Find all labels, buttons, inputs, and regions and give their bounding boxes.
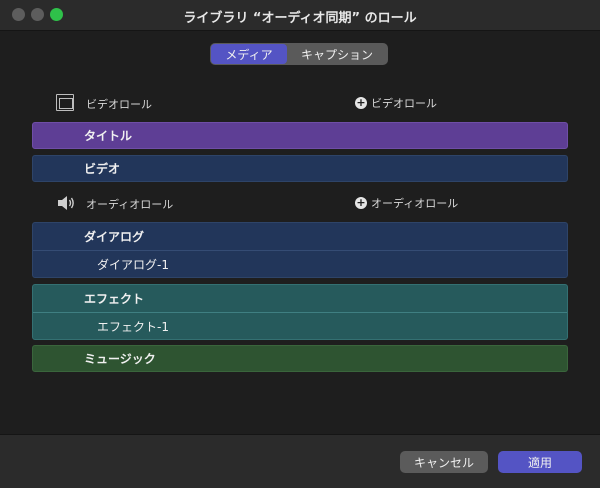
video-roles-header: ビデオロール + ビデオロール bbox=[32, 93, 568, 113]
cancel-button[interactable]: キャンセル bbox=[400, 451, 488, 473]
speaker-icon bbox=[58, 196, 74, 210]
apply-button[interactable]: 適用 bbox=[498, 451, 582, 473]
subrole-label: ダイアログ-1 bbox=[97, 257, 169, 272]
subrole-dialogue-1[interactable]: ダイアログ-1 bbox=[33, 250, 567, 277]
subrole-label: エフェクト-1 bbox=[97, 319, 169, 334]
window-title: ライブラリ “オーディオ同期” のロール bbox=[183, 11, 417, 26]
role-video[interactable]: ビデオ bbox=[32, 155, 568, 182]
tab-captions[interactable]: キャプション bbox=[287, 44, 387, 64]
role-group-effects: エフェクト エフェクト-1 bbox=[32, 284, 568, 340]
role-titles[interactable]: タイトル bbox=[32, 122, 568, 149]
role-dialogue[interactable]: ダイアログ bbox=[33, 223, 567, 250]
add-audio-role-label: オーディオロール bbox=[371, 197, 459, 210]
title-bar: ライブラリ “オーディオ同期” のロール bbox=[0, 0, 600, 31]
add-audio-role-button[interactable]: + オーディオロール bbox=[355, 195, 458, 211]
role-label: ミュージック bbox=[84, 352, 156, 366]
role-label: タイトル bbox=[84, 129, 133, 143]
role-group-dialogue: ダイアログ ダイアログ-1 bbox=[32, 222, 568, 278]
dialog-footer: キャンセル 適用 bbox=[0, 434, 600, 488]
tab-media[interactable]: メディア bbox=[211, 44, 287, 64]
video-roles-label: ビデオロール bbox=[86, 98, 152, 111]
subrole-effects-1[interactable]: エフェクト-1 bbox=[33, 312, 567, 339]
audio-roles-header: オーディオロール + オーディオロール bbox=[32, 193, 568, 213]
role-effects[interactable]: エフェクト bbox=[33, 285, 567, 312]
role-label: ダイアログ bbox=[84, 230, 145, 244]
film-icon bbox=[56, 94, 74, 111]
role-label: エフェクト bbox=[84, 292, 145, 306]
plus-circle-icon: + bbox=[355, 196, 367, 209]
role-label: ビデオ bbox=[84, 162, 121, 176]
add-video-role-button[interactable]: + ビデオロール bbox=[355, 95, 437, 111]
add-video-role-label: ビデオロール bbox=[371, 97, 437, 110]
role-music[interactable]: ミュージック bbox=[32, 345, 568, 372]
media-caption-segmented-control: メディア キャプション bbox=[210, 43, 388, 65]
audio-roles-label: オーディオロール bbox=[86, 198, 174, 211]
plus-circle-icon: + bbox=[355, 96, 367, 109]
roles-dialog: ライブラリ “オーディオ同期” のロール メディア キャプション ビデオロール … bbox=[0, 0, 600, 488]
